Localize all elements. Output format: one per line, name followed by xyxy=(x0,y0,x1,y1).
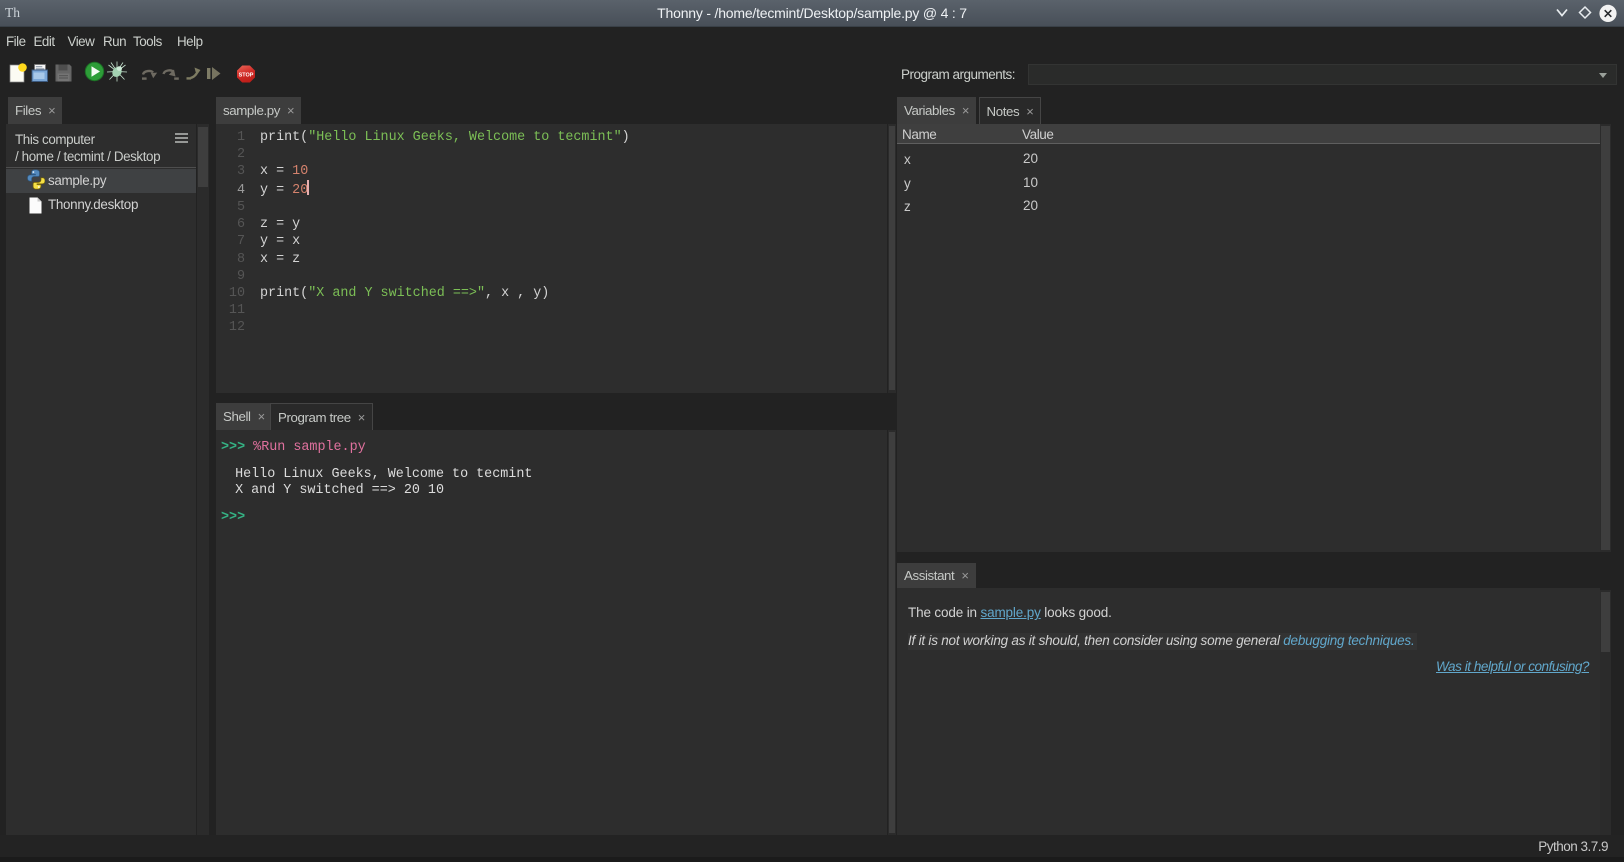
svg-text:STOP: STOP xyxy=(239,73,254,79)
